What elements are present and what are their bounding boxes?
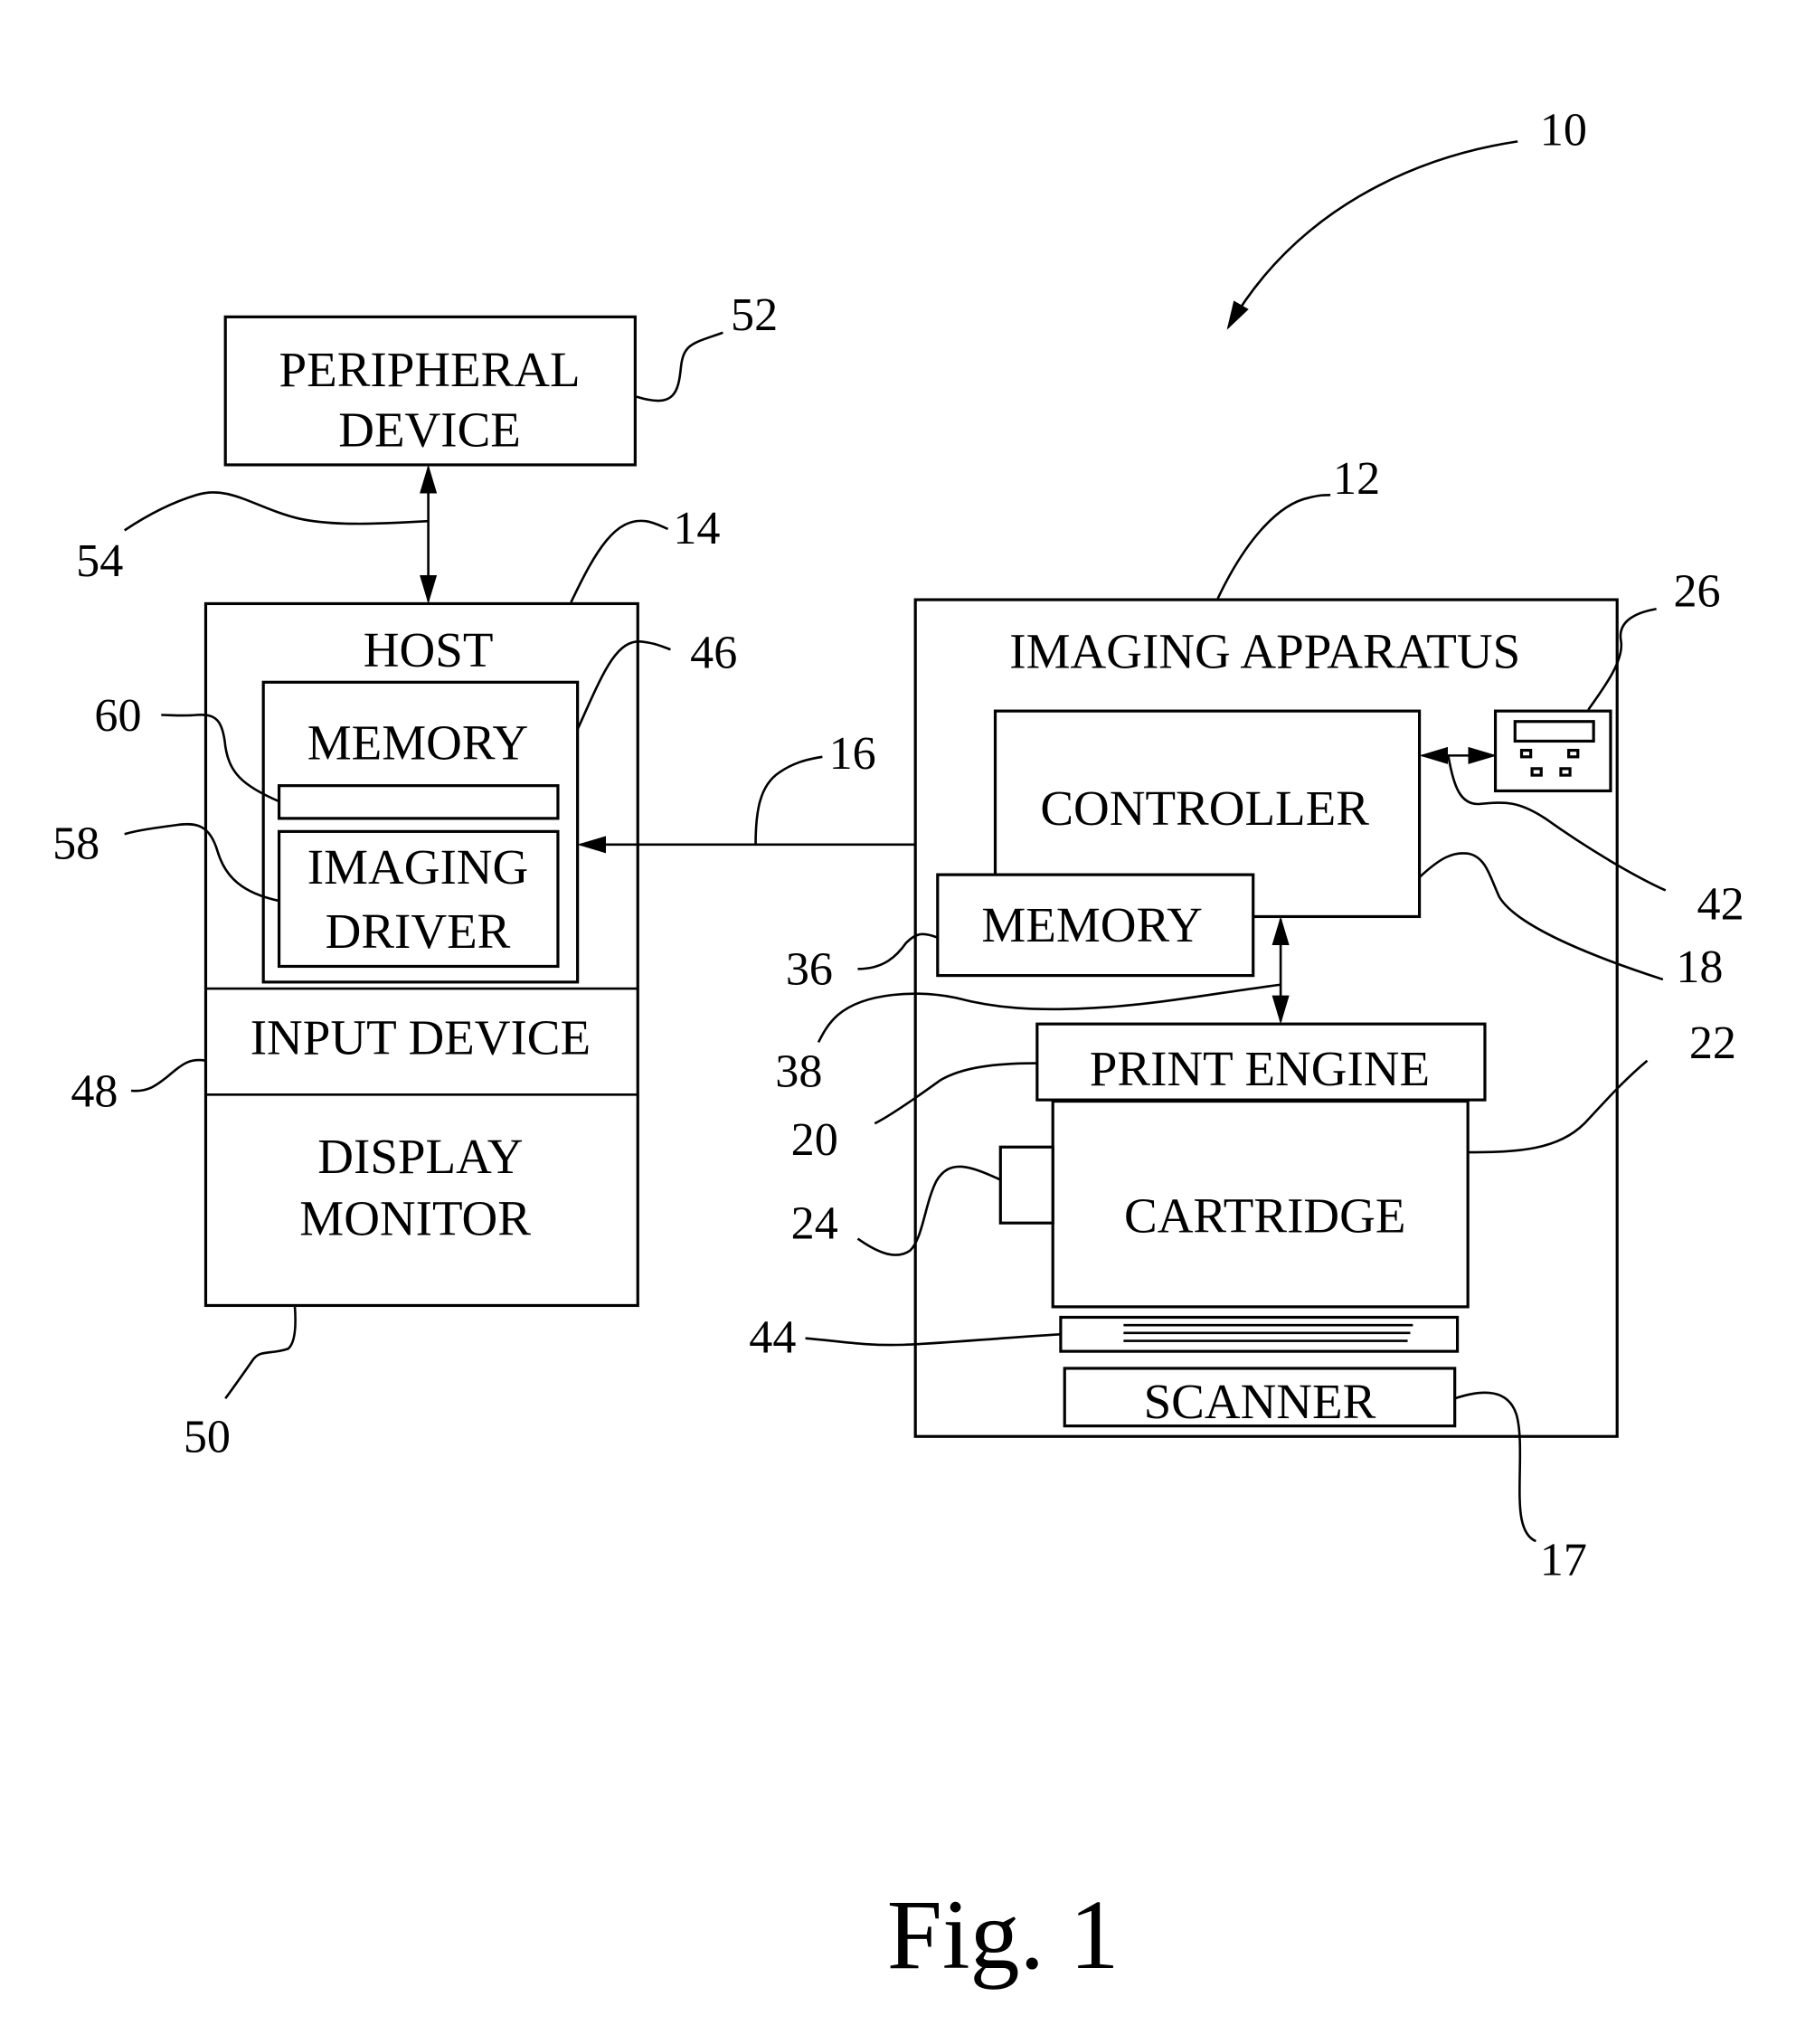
ref-12: 12 [1333,453,1380,505]
media-tray [1059,1315,1460,1353]
leader-48 [130,1058,206,1093]
ref-10: 10 [1540,105,1587,156]
leader-16 [754,755,823,845]
system-indicator: 10 [1226,105,1587,330]
leader-12 [1216,493,1331,600]
host: HOST 14 MEMORY 46 60 IMAGING DRIVER 58 I… [52,503,737,1463]
imaging-driver-line2: DRIVER [326,904,511,959]
ref-58: 58 [52,819,99,870]
ref-20: 20 [791,1114,838,1166]
ref-14: 14 [673,503,720,554]
imaging-apparatus-title: IMAGING APPARATUS [1009,623,1520,678]
figure-caption: Fig. 1 [887,1879,1120,1990]
peripheral-label-line2: DEVICE [338,402,521,458]
cartridge-label: CARTRIDGE [1124,1188,1405,1243]
patent-figure: 10 PERIPHERAL DEVICE 52 54 HOST 14 MEMOR… [52,105,1744,1990]
control-panel-button-icon [1530,767,1543,777]
apparatus-memory-label: MEMORY [981,897,1203,952]
ref-48: 48 [71,1065,118,1117]
host-memory-label: MEMORY [307,715,528,771]
ref-36: 36 [786,944,833,996]
ref-18: 18 [1676,942,1723,993]
control-panel-button-icon [1559,767,1572,777]
leader-14 [570,519,669,603]
ref-60: 60 [94,690,141,742]
peripheral-host-link: 54 [76,464,438,604]
ref-24: 24 [791,1198,838,1250]
imaging-driver-line1: IMAGING [307,839,528,894]
controller-label: CONTROLLER [1040,781,1369,836]
print-engine-label: PRINT ENGINE [1090,1041,1430,1096]
leader-50 [224,1305,297,1400]
cartridge-chip [998,1145,1054,1225]
display-monitor-line1: DISPLAY [317,1129,523,1184]
control-panel-button-icon [1567,748,1580,759]
host-title: HOST [364,622,494,677]
peripheral-device: PERIPHERAL DEVICE 52 [223,289,778,467]
ref-52: 52 [731,289,778,341]
ref-50: 50 [184,1412,231,1463]
ref-17: 17 [1540,1535,1587,1586]
ref-44: 44 [749,1312,796,1364]
scanner-label: SCANNER [1144,1374,1376,1429]
peripheral-label-line1: PERIPHERAL [279,342,581,397]
control-panel-button-icon [1519,748,1533,759]
imaging-apparatus: IMAGING APPARATUS 12 CONTROLLER 18 26 42… [749,453,1744,1586]
system-arrow [1226,140,1518,330]
ref-38: 38 [775,1046,822,1098]
leader-54 [123,491,429,532]
display-monitor-line2: MONITOR [299,1190,531,1245]
ref-46: 46 [690,627,737,678]
ref-26: 26 [1673,565,1720,617]
control-panel-display-icon [1513,720,1595,743]
input-device-label: INPUT DEVICE [251,1009,591,1065]
memory-slot-60 [277,784,560,820]
ref-22: 22 [1689,1017,1736,1069]
ref-16: 16 [829,728,876,780]
ref-42: 42 [1697,878,1744,930]
ref-54: 54 [76,535,123,587]
leader-52 [636,331,723,402]
